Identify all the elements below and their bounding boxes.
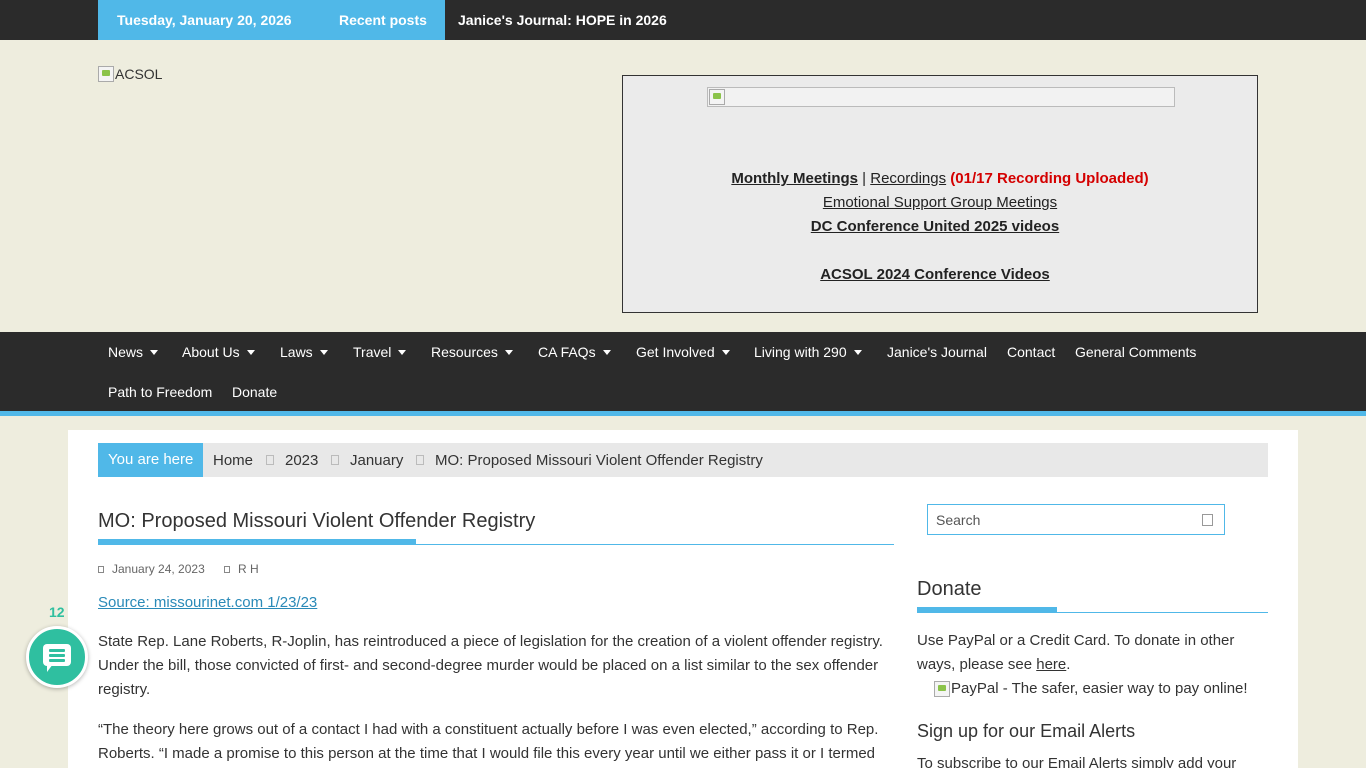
nav-label: Get Involved — [636, 344, 715, 360]
nav-label: Resources — [431, 344, 498, 360]
breadcrumb-separator-icon — [266, 455, 274, 465]
user-icon — [224, 565, 230, 573]
caret-down-icon — [398, 349, 407, 355]
nav-item-ca-faqs[interactable]: CA FAQs — [538, 344, 611, 360]
caret-down-icon — [319, 349, 328, 355]
dc-conference-line: DC Conference United 2025 videos — [623, 218, 1257, 235]
paypal-alt-text: PayPal - The safer, easier way to pay on… — [951, 680, 1248, 697]
donate-text-body: Use PayPal or a Credit Card. To donate i… — [917, 632, 1235, 673]
post-author-text: R H — [238, 562, 259, 576]
comment-count: 12 — [49, 604, 65, 620]
donate-text: Use PayPal or a Credit Card. To donate i… — [917, 629, 1267, 677]
post-date[interactable]: January 24, 2023 — [98, 562, 205, 576]
caret-down-icon — [504, 349, 513, 355]
acsol-conference-line: ACSOL 2024 Conference Videos — [623, 266, 1257, 283]
nav-label: About Us — [182, 344, 240, 360]
top-bar: Tuesday, January 20, 2026 Recent posts J… — [0, 0, 1366, 40]
nav-label: Laws — [280, 344, 313, 360]
nav-label: CA FAQs — [538, 344, 596, 360]
donate-widget-title: Donate — [917, 578, 982, 600]
breadcrumb-year[interactable]: 2023 — [285, 452, 318, 469]
comment-icon — [43, 644, 71, 672]
support-group-link[interactable]: Emotional Support Group Meetings — [823, 194, 1057, 211]
caret-down-icon — [721, 349, 730, 355]
recording-note: (01/17 Recording Uploaded) — [950, 170, 1149, 187]
caret-down-icon — [150, 349, 159, 355]
comment-icon-line — [49, 649, 65, 652]
nav-accent-stripe — [0, 411, 1366, 416]
nav-label: Travel — [353, 344, 392, 360]
title-accent-bar — [98, 539, 416, 545]
nav-label: News — [108, 344, 144, 360]
nav-item-contact[interactable]: Contact — [1007, 344, 1055, 360]
donate-text-end: . — [1066, 656, 1071, 673]
current-date: Tuesday, January 20, 2026 — [117, 12, 292, 28]
nav-item-general-comments[interactable]: General Comments — [1075, 344, 1196, 360]
calendar-icon — [98, 565, 104, 573]
donate-here-link[interactable]: here — [1036, 656, 1066, 673]
nav-label: Donate — [232, 384, 278, 400]
nav-label: General Comments — [1075, 344, 1197, 360]
nav-item-travel[interactable]: Travel — [353, 344, 407, 360]
nav-item-about-us[interactable]: About Us — [182, 344, 255, 360]
breadcrumb-month[interactable]: January — [350, 452, 403, 469]
email-widget-title: Sign up for our Email Alerts — [917, 721, 1136, 741]
broken-image-icon — [709, 89, 725, 105]
search-box: Search — [927, 504, 1225, 535]
breadcrumb-label: You are here — [98, 443, 203, 477]
nav-label: Living with 290 — [754, 344, 847, 360]
nav-item-janices-journal[interactable]: Janice's Journal — [887, 344, 987, 360]
breadcrumb-current: MO: Proposed Missouri Violent Offender R… — [435, 452, 763, 469]
broken-image-icon — [98, 66, 114, 82]
separator: | — [862, 170, 867, 187]
source-link[interactable]: Source: missourinet.com 1/23/23 — [98, 594, 317, 611]
acsol-conference-link[interactable]: ACSOL 2024 Conference Videos — [820, 266, 1050, 283]
nav-label: Janice's Journal — [887, 344, 987, 360]
nav-item-donate[interactable]: Donate — [232, 384, 277, 400]
article-paragraph-1: State Rep. Lane Roberts, R-Joplin, has r… — [98, 633, 883, 698]
caret-down-icon — [246, 349, 255, 355]
broken-image-icon — [934, 680, 950, 697]
nav-label: Contact — [1007, 344, 1056, 360]
email-text: To subscribe to our Email Alerts simply … — [917, 755, 1237, 768]
monthly-meetings-link[interactable]: Monthly Meetings — [731, 170, 858, 187]
nav-item-path-to-freedom[interactable]: Path to Freedom — [108, 384, 212, 400]
banner-image[interactable] — [707, 87, 1175, 107]
logo-alt-text: ACSOL — [115, 66, 163, 82]
breadcrumb-separator-icon — [416, 455, 424, 465]
comment-icon-line — [49, 654, 65, 657]
search-input[interactable]: Search — [936, 512, 980, 528]
article-paragraph-2: “The theory here grows out of a contact … — [98, 721, 879, 762]
nav-label: Path to Freedom — [108, 384, 213, 400]
article-title: MO: Proposed Missouri Violent Offender R… — [98, 510, 536, 532]
header-announcement-box: Monthly Meetings | Recordings (01/17 Rec… — [622, 75, 1258, 313]
nav-item-resources[interactable]: Resources — [431, 344, 513, 360]
nav-item-news[interactable]: News — [108, 344, 159, 360]
site-logo[interactable]: ACSOL — [98, 66, 162, 82]
dc-conference-link[interactable]: DC Conference United 2025 videos — [811, 218, 1059, 235]
nav-item-living-with-290[interactable]: Living with 290 — [754, 344, 862, 360]
comments-button[interactable] — [26, 626, 88, 688]
paypal-button[interactable]: PayPal - The safer, easier way to pay on… — [934, 680, 1248, 697]
comment-icon-line — [49, 659, 65, 662]
support-line: Emotional Support Group Meetings — [623, 194, 1257, 211]
caret-down-icon — [853, 349, 862, 355]
nav-item-laws[interactable]: Laws — [280, 344, 328, 360]
breadcrumb-separator-icon — [331, 455, 339, 465]
post-author[interactable]: R H — [224, 562, 259, 576]
nav-item-get-involved[interactable]: Get Involved — [636, 344, 730, 360]
search-icon[interactable] — [1202, 514, 1213, 526]
recordings-link[interactable]: Recordings — [870, 170, 946, 187]
breadcrumb-home[interactable]: Home — [213, 452, 253, 469]
recent-posts-label: Recent posts — [339, 12, 427, 28]
caret-down-icon — [602, 349, 611, 355]
donate-accent-bar — [917, 607, 1057, 613]
recent-post-link[interactable]: Janice's Journal: HOPE in 2026 — [458, 12, 667, 28]
meetings-line: Monthly Meetings | Recordings (01/17 Rec… — [623, 170, 1257, 187]
post-date-text: January 24, 2023 — [112, 562, 205, 576]
